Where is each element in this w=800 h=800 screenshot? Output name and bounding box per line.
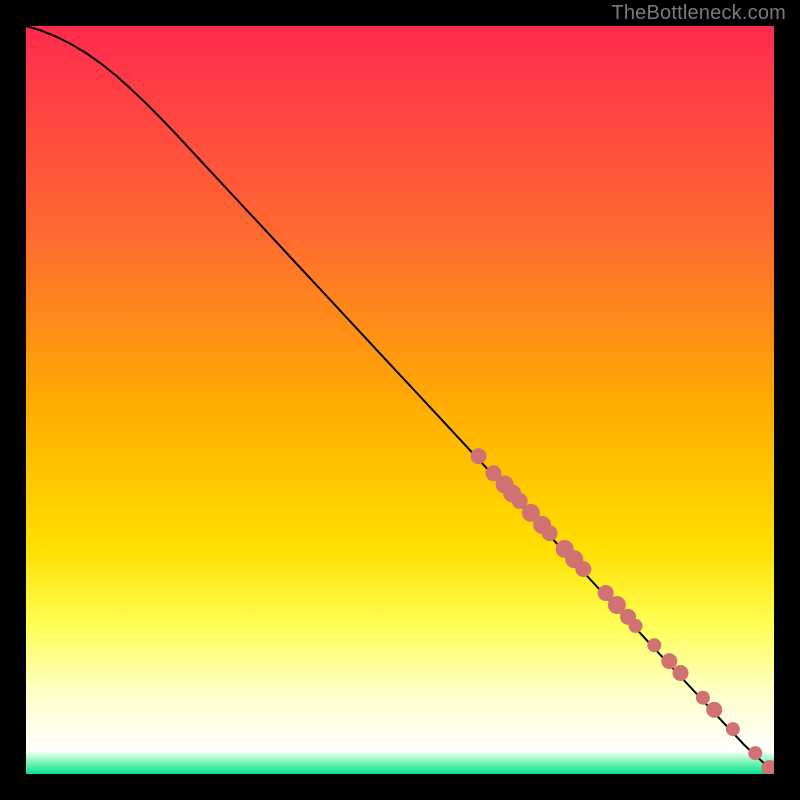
data-point: [696, 691, 710, 705]
data-point: [629, 619, 643, 633]
data-point: [726, 722, 740, 736]
data-point: [661, 653, 677, 669]
attribution-text: TheBottleneck.com: [611, 2, 786, 25]
heatmap-plot: [26, 26, 774, 774]
data-point: [647, 638, 661, 652]
data-point: [542, 525, 558, 541]
data-point: [748, 746, 762, 760]
data-point: [575, 561, 591, 577]
data-point: [673, 665, 689, 681]
chart-frame: TheBottleneck.com: [0, 0, 800, 800]
data-point: [471, 448, 487, 464]
data-point: [706, 702, 722, 718]
